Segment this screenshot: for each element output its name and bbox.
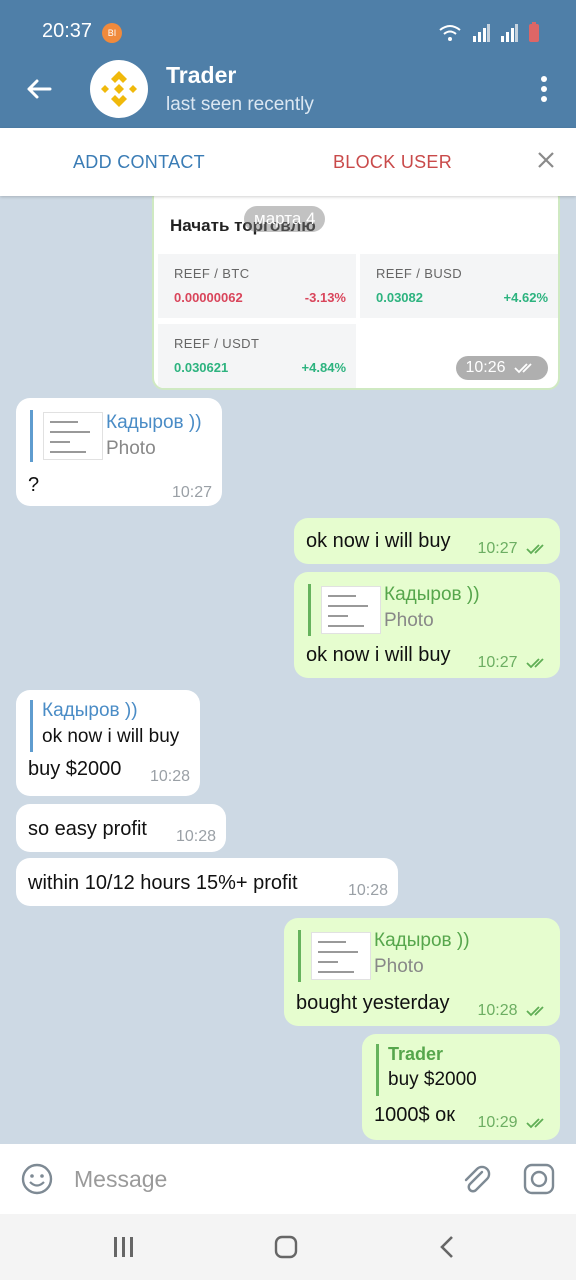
signal-icon — [501, 24, 518, 42]
pair-cell: REEF / BUSD 0.03082 +4.62% — [360, 254, 558, 318]
battery-icon — [529, 22, 539, 42]
trade-card[interactable]: Начать торговлю марта 4 REEF / BTC 0.000… — [152, 196, 560, 390]
message-time: 10:27 — [478, 654, 551, 672]
message-outgoing[interactable]: Trader buy $2000 1000$ ок 10:29 — [362, 1034, 560, 1140]
pair-change: +4.84% — [301, 360, 346, 375]
status-time: 20:37 — [42, 20, 93, 42]
message-outgoing[interactable]: Кадыров )) Photo bought yesterday 10:28 — [284, 918, 560, 1026]
message-text: ? — [28, 474, 40, 496]
message-time: 10:29 — [478, 1114, 551, 1132]
message-incoming[interactable]: within 10/12 hours 15%+ profit 10:28 — [16, 858, 398, 906]
wifi-icon — [439, 25, 461, 41]
reply-thumbnail — [321, 586, 381, 634]
menu-icon[interactable] — [540, 76, 548, 102]
recents-icon[interactable] — [112, 1236, 136, 1258]
message-incoming[interactable]: so easy profit 10:28 — [16, 804, 226, 852]
reply-sender: Кадыров )) — [42, 700, 138, 721]
message-input-bar: Message — [0, 1144, 576, 1214]
reply-text: ok now i will buy — [42, 726, 180, 747]
message-outgoing[interactable]: Кадыров )) Photo ok now i will buy 10:27 — [294, 572, 560, 678]
attach-icon[interactable] — [458, 1162, 492, 1196]
contact-action-bar: ADD CONTACT BLOCK USER — [0, 128, 576, 196]
message-time: 10:28 — [175, 828, 216, 845]
reply-text: Photo — [106, 438, 156, 459]
add-contact-button[interactable]: ADD CONTACT — [73, 152, 205, 173]
message-text: so easy profit — [28, 818, 147, 840]
message-time: 10:26 — [455, 356, 548, 380]
double-check-icon — [526, 1006, 544, 1017]
block-user-button[interactable]: BLOCK USER — [333, 152, 452, 173]
reply-sender: Кадыров )) — [106, 412, 202, 433]
close-icon[interactable] — [536, 150, 556, 170]
pair-name: REEF / BTC — [174, 266, 250, 281]
message-incoming[interactable]: Кадыров )) Photo ? 10:27 — [16, 398, 222, 506]
chat-status: last seen recently — [166, 94, 314, 115]
message-time: 10:27 — [478, 540, 551, 558]
message-text: ok now i will buy — [306, 530, 451, 552]
back-arrow-icon[interactable] — [22, 72, 56, 106]
pair-price: 0.03082 — [376, 290, 423, 305]
back-nav-icon[interactable] — [438, 1235, 458, 1259]
reply-text: Photo — [374, 956, 424, 977]
message-time: 10:27 — [171, 484, 212, 501]
chat-header: Trader last seen recently — [0, 50, 576, 128]
reply-quote[interactable] — [30, 410, 103, 462]
reply-quote[interactable] — [298, 930, 371, 982]
message-text: ok now i will buy — [306, 644, 451, 666]
message-text: 1000$ ок — [374, 1104, 456, 1126]
pair-change: -3.13% — [304, 290, 346, 305]
double-check-icon — [526, 1118, 544, 1129]
pair-price: 0.00000062 — [174, 290, 243, 305]
pair-cell: REEF / USDT 0.030621 +4.84% — [158, 324, 356, 388]
pair-name: REEF / USDT — [174, 336, 260, 351]
reply-text: Photo — [384, 610, 434, 631]
system-nav-bar — [0, 1214, 576, 1280]
reply-sender: Кадыров )) — [374, 930, 470, 951]
reply-quote[interactable]: Trader buy $2000 — [376, 1044, 477, 1096]
reply-thumbnail — [311, 932, 371, 980]
double-check-icon — [526, 658, 544, 669]
pair-name: REEF / BUSD — [376, 266, 463, 281]
double-check-icon — [526, 544, 544, 555]
status-bar: 20:37 BI — [0, 0, 576, 50]
reply-text: buy $2000 — [388, 1069, 477, 1090]
reply-sender: Trader — [388, 1044, 444, 1064]
reply-quote[interactable]: Кадыров )) ok now i will buy — [30, 700, 179, 752]
message-time: 10:28 — [478, 1002, 551, 1020]
message-input[interactable]: Message — [74, 1166, 167, 1193]
reply-sender: Кадыров )) — [384, 584, 480, 605]
reply-thumbnail — [43, 412, 103, 460]
emoji-icon[interactable] — [20, 1162, 54, 1196]
pair-price: 0.030621 — [174, 360, 229, 375]
pair-change: +4.62% — [503, 290, 548, 305]
date-chip: марта 4 — [244, 206, 326, 232]
message-text: bought yesterday — [296, 992, 450, 1014]
notification-icon: BI — [102, 23, 122, 43]
message-incoming[interactable]: Кадыров )) ok now i will buy buy $2000 1… — [16, 690, 200, 796]
message-outgoing[interactable]: ok now i will buy 10:27 — [294, 518, 560, 564]
chat-title[interactable]: Trader — [166, 62, 236, 89]
home-icon[interactable] — [274, 1235, 298, 1259]
message-time: 10:28 — [149, 768, 190, 785]
message-time: 10:28 — [347, 882, 388, 899]
message-text: within 10/12 hours 15%+ profit — [28, 872, 298, 894]
binance-logo-icon — [101, 71, 137, 107]
message-text: buy $2000 — [28, 758, 122, 780]
reply-quote[interactable] — [308, 584, 381, 636]
double-check-icon — [514, 363, 532, 374]
avatar[interactable] — [90, 60, 148, 118]
chat-area[interactable]: Начать торговлю марта 4 REEF / BTC 0.000… — [0, 196, 576, 1144]
pair-cell: REEF / BTC 0.00000062 -3.13% — [158, 254, 356, 318]
signal-icon — [473, 24, 490, 42]
system-icons — [438, 22, 540, 42]
camera-icon[interactable] — [522, 1162, 556, 1196]
